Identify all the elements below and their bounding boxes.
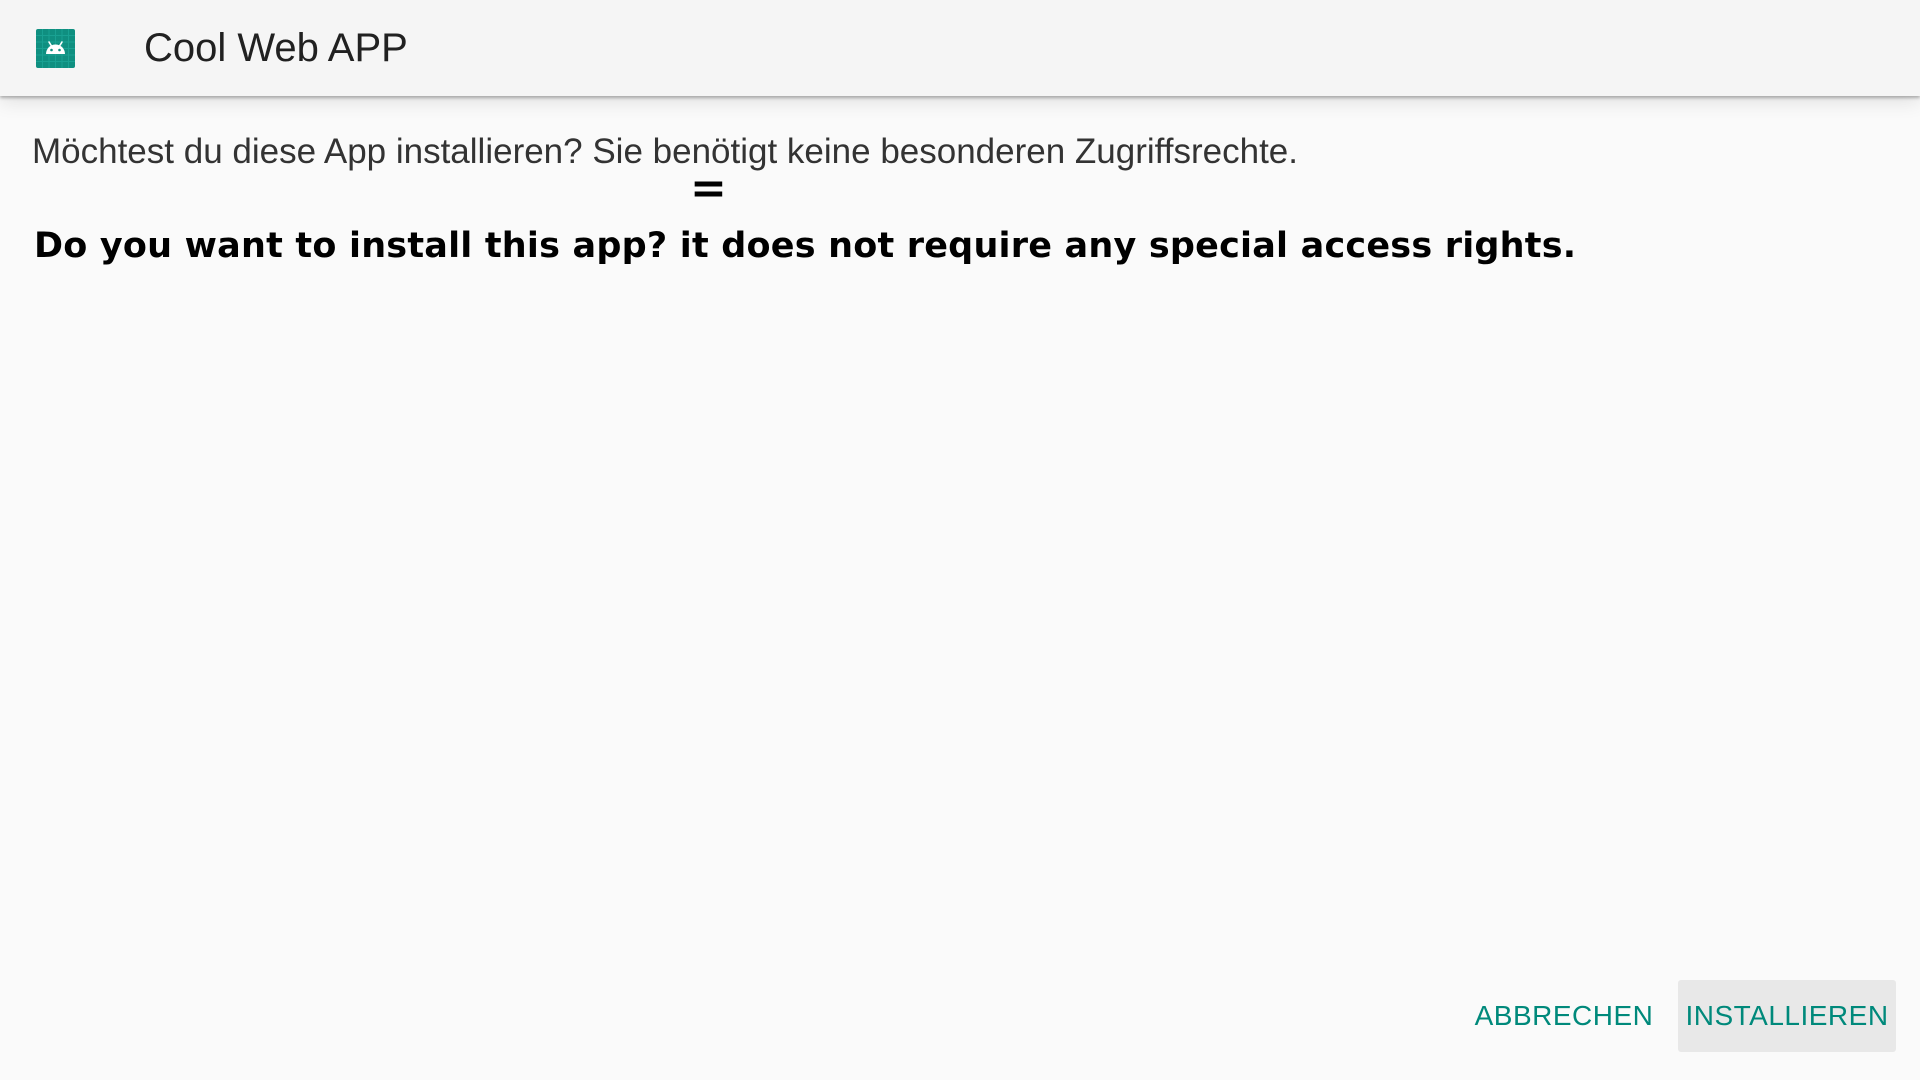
android-icon	[36, 29, 75, 68]
app-bar: Cool Web APP	[0, 0, 1920, 96]
equals-sign: =	[690, 163, 727, 214]
install-dialog-content: Möchtest du diese App installieren? Sie …	[0, 96, 1920, 1080]
install-message-translation: Do you want to install this app? it does…	[34, 226, 1577, 266]
app-title: Cool Web APP	[144, 26, 408, 70]
install-button[interactable]: INSTALLIEREN	[1678, 980, 1896, 1052]
cancel-button[interactable]: ABBRECHEN	[1468, 980, 1660, 1052]
install-message: Möchtest du diese App installieren? Sie …	[32, 132, 1298, 171]
